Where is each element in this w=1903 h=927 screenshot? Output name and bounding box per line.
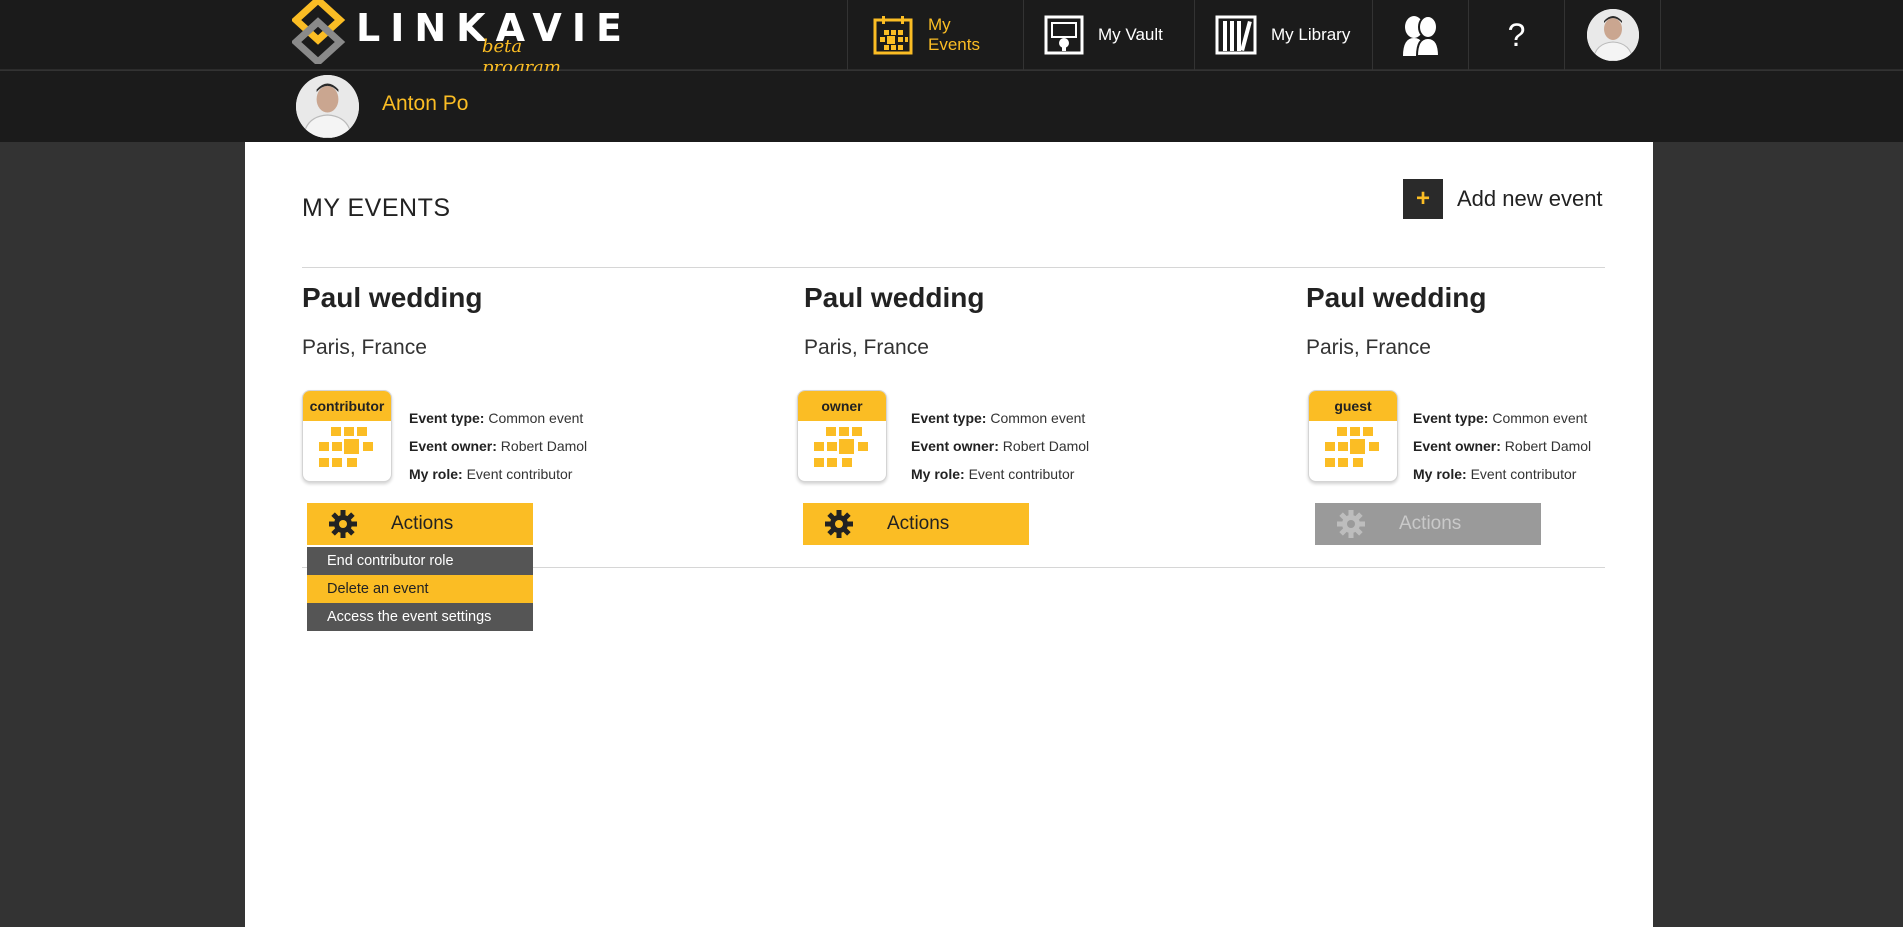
avatar[interactable] (296, 75, 359, 138)
event-meta: Event type: Common event Event owner: Ro… (409, 404, 587, 488)
my-role-label: My role: (1413, 466, 1467, 482)
app-window: { "brand": {"name": "LINKAVIE", "tagline… (0, 0, 1903, 927)
calendar-icon (1325, 427, 1379, 467)
actions-dropdown-menu: End contributor role Delete an event Acc… (307, 547, 533, 631)
nav-help[interactable]: ? (1468, 0, 1564, 70)
actions-button-disabled: Actions (1315, 503, 1541, 545)
my-role-label: My role: (911, 466, 965, 482)
gear-icon (1333, 509, 1369, 539)
role-badge-label: owner (798, 391, 886, 421)
nav-profile[interactable] (1564, 0, 1661, 70)
user-name[interactable]: Anton Po (382, 92, 468, 116)
event-type-row: Event type: Common event (911, 404, 1089, 432)
help-icon: ? (1507, 16, 1526, 53)
event-title[interactable]: Paul wedding (804, 282, 1224, 314)
event-owner-value: Robert Damol (500, 438, 588, 454)
event-type-row: Event type: Common event (1413, 404, 1591, 432)
event-type-label: Event type: (409, 410, 485, 426)
nav-my-library[interactable]: My Library (1194, 0, 1372, 70)
event-type-value: Common event (1492, 410, 1588, 426)
event-title[interactable]: Paul wedding (1306, 282, 1726, 314)
vault-icon (1044, 15, 1084, 55)
gear-icon (821, 509, 857, 539)
nav-my-events[interactable]: My Events (847, 0, 1023, 70)
plus-icon: + (1403, 179, 1443, 219)
logo[interactable]: LINKAVIE beta program (292, 0, 622, 78)
role-badge-label: contributor (303, 391, 391, 421)
page-title: MY EVENTS (302, 194, 451, 222)
main-content: MY EVENTS + Add new event Paul wedding P… (245, 142, 1653, 927)
nav-label-my-library: My Library (1271, 25, 1351, 44)
main-nav: My Events My Vault My Library ? (847, 0, 1661, 70)
event-owner-value: Robert Damol (1002, 438, 1090, 454)
calendar-icon (319, 427, 373, 467)
menu-item-delete-event[interactable]: Delete an event (307, 575, 533, 603)
event-location: Paris, France (1306, 336, 1431, 359)
top-navbar: LINKAVIE beta program My Events My Vault… (0, 0, 1903, 78)
menu-item-event-settings[interactable]: Access the event settings (307, 603, 533, 631)
my-role-value: Event contributor (466, 466, 573, 482)
event-type-value: Common event (488, 410, 584, 426)
nav-label-my-events: My Events (928, 15, 980, 54)
event-owner-value: Robert Damol (1504, 438, 1592, 454)
event-meta: Event type: Common event Event owner: Ro… (1413, 404, 1591, 488)
my-role-row: My role: Event contributor (1413, 460, 1591, 488)
event-owner-label: Event owner: (1413, 438, 1501, 454)
menu-item-end-contributor-role[interactable]: End contributor role (307, 547, 533, 575)
add-event-button[interactable]: + Add new event (1403, 179, 1603, 219)
event-owner-label: Event owner: (911, 438, 999, 454)
avatar-icon (1586, 9, 1639, 61)
calendar-icon (814, 427, 868, 467)
add-event-label: Add new event (1457, 186, 1603, 211)
actions-label: Actions (391, 513, 454, 534)
my-role-row: My role: Event contributor (911, 460, 1089, 488)
actions-label: Actions (1399, 513, 1462, 534)
event-owner-row: Event owner: Robert Damol (911, 432, 1089, 460)
my-role-value: Event contributor (968, 466, 1075, 482)
event-type-value: Common event (990, 410, 1086, 426)
contacts-icon (1399, 14, 1443, 56)
actions-button[interactable]: Actions (307, 503, 533, 545)
nav-label-my-vault: My Vault (1098, 25, 1163, 44)
nav-contacts[interactable] (1372, 0, 1468, 70)
event-meta: Event type: Common event Event owner: Ro… (911, 404, 1089, 488)
divider (302, 267, 1605, 268)
role-badge: guest (1308, 390, 1398, 482)
role-badge: owner (797, 390, 887, 482)
library-icon (1215, 15, 1257, 55)
event-location: Paris, France (804, 336, 929, 359)
event-owner-row: Event owner: Robert Damol (409, 432, 587, 460)
calendar-icon (872, 14, 914, 56)
actions-label: Actions (887, 513, 950, 534)
role-badge: contributor (302, 390, 392, 482)
my-role-row: My role: Event contributor (409, 460, 587, 488)
event-owner-label: Event owner: (409, 438, 497, 454)
actions-button[interactable]: Actions (803, 503, 1029, 545)
event-type-row: Event type: Common event (409, 404, 587, 432)
nav-my-vault[interactable]: My Vault (1023, 0, 1194, 70)
my-role-label: My role: (409, 466, 463, 482)
event-location: Paris, France (302, 336, 427, 359)
logo-icon (292, 0, 346, 64)
user-bar (0, 71, 1903, 142)
event-type-label: Event type: (911, 410, 987, 426)
role-badge-label: guest (1309, 391, 1397, 421)
my-role-value: Event contributor (1470, 466, 1577, 482)
gear-icon (325, 509, 361, 539)
event-title[interactable]: Paul wedding (302, 282, 722, 314)
event-type-label: Event type: (1413, 410, 1489, 426)
event-owner-row: Event owner: Robert Damol (1413, 432, 1591, 460)
